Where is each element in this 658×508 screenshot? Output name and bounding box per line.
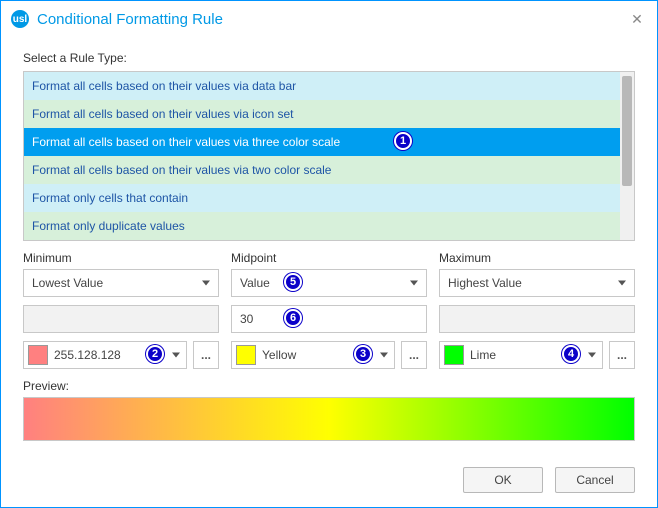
mid-value-input[interactable]: 30 6 — [231, 305, 427, 333]
col-minimum: Minimum Lowest Value 255.128.128 2 ... — [23, 251, 219, 369]
callout-1: 1 — [394, 132, 412, 150]
rule-list: Format all cells based on their values v… — [23, 71, 635, 241]
ok-button[interactable]: OK — [463, 467, 543, 493]
max-color-more-button[interactable]: ... — [609, 341, 635, 369]
rule-item-label: Format all cells based on their values v… — [32, 135, 340, 149]
app-logo: usl — [11, 10, 29, 28]
rule-item-data-bar[interactable]: Format all cells based on their values v… — [24, 72, 620, 100]
rule-item-label: Format only cells that contain — [32, 191, 188, 205]
dialog-title: Conditional Formatting Rule — [37, 11, 223, 28]
min-type-dropdown[interactable]: Lowest Value — [23, 269, 219, 297]
chevron-down-icon — [588, 353, 596, 358]
rule-item-icon-set[interactable]: Format all cells based on their values v… — [24, 100, 620, 128]
mid-header: Midpoint — [231, 251, 427, 265]
rule-item-three-color[interactable]: Format all cells based on their values v… — [24, 128, 620, 156]
scale-columns: Minimum Lowest Value 255.128.128 2 ... — [23, 251, 635, 369]
rule-item-label: Format all cells based on their values v… — [32, 107, 293, 121]
min-value-input[interactable] — [23, 305, 219, 333]
max-type-value: Highest Value — [448, 276, 522, 290]
dialog-footer: OK Cancel — [463, 467, 635, 493]
chevron-down-icon — [172, 353, 180, 358]
chevron-down-icon — [410, 281, 418, 286]
callout-6: 6 — [284, 309, 302, 327]
rule-item-label: Format all cells based on their values v… — [32, 79, 296, 93]
rule-list-inner: Format all cells based on their values v… — [24, 72, 620, 240]
callout-5: 5 — [284, 273, 302, 291]
mid-color-row: Yellow 3 ... — [231, 341, 427, 369]
max-color-row: Lime 4 ... — [439, 341, 635, 369]
rule-item-label: Format only duplicate values — [32, 219, 185, 233]
mid-color-label: Yellow — [262, 348, 296, 362]
titlebar: usl Conditional Formatting Rule ✕ — [1, 1, 657, 37]
dialog-root: usl Conditional Formatting Rule ✕ Select… — [0, 0, 658, 508]
chevron-down-icon — [380, 353, 388, 358]
callout-2: 2 — [146, 345, 164, 363]
dialog-body: Select a Rule Type: Format all cells bas… — [1, 37, 657, 455]
cancel-button[interactable]: Cancel — [555, 467, 635, 493]
rule-item-duplicate[interactable]: Format only duplicate values — [24, 212, 620, 240]
col-midpoint: Midpoint Value 5 30 6 Yellow 3 — [231, 251, 427, 369]
max-color-swatch — [444, 345, 464, 365]
rule-item-label: Format all cells based on their values v… — [32, 163, 331, 177]
mid-value-text: 30 — [240, 312, 253, 326]
min-color-label: 255.128.128 — [54, 348, 121, 362]
mid-color-more-button[interactable]: ... — [401, 341, 427, 369]
scrollbar-thumb[interactable] — [622, 76, 632, 186]
max-value-input[interactable] — [439, 305, 635, 333]
chevron-down-icon — [202, 281, 210, 286]
mid-type-dropdown[interactable]: Value 5 — [231, 269, 427, 297]
callout-4: 4 — [562, 345, 580, 363]
mid-color-swatch — [236, 345, 256, 365]
max-color-label: Lime — [470, 348, 496, 362]
preview-label: Preview: — [23, 379, 635, 393]
min-color-more-button[interactable]: ... — [193, 341, 219, 369]
chevron-down-icon — [618, 281, 626, 286]
close-button[interactable]: ✕ — [627, 9, 647, 29]
max-header: Maximum — [439, 251, 635, 265]
min-color-row: 255.128.128 2 ... — [23, 341, 219, 369]
rule-type-label: Select a Rule Type: — [23, 51, 635, 65]
max-type-dropdown[interactable]: Highest Value — [439, 269, 635, 297]
gradient-preview — [23, 397, 635, 441]
min-header: Minimum — [23, 251, 219, 265]
callout-3: 3 — [354, 345, 372, 363]
col-maximum: Maximum Highest Value Lime 4 ... — [439, 251, 635, 369]
max-color-dropdown[interactable]: Lime 4 — [439, 341, 603, 369]
rule-item-two-color[interactable]: Format all cells based on their values v… — [24, 156, 620, 184]
min-color-dropdown[interactable]: 255.128.128 2 — [23, 341, 187, 369]
mid-type-value: Value — [240, 276, 270, 290]
mid-color-dropdown[interactable]: Yellow 3 — [231, 341, 395, 369]
rule-item-cells-contain[interactable]: Format only cells that contain — [24, 184, 620, 212]
rule-list-scrollbar[interactable] — [620, 72, 634, 240]
min-color-swatch — [28, 345, 48, 365]
min-type-value: Lowest Value — [32, 276, 103, 290]
